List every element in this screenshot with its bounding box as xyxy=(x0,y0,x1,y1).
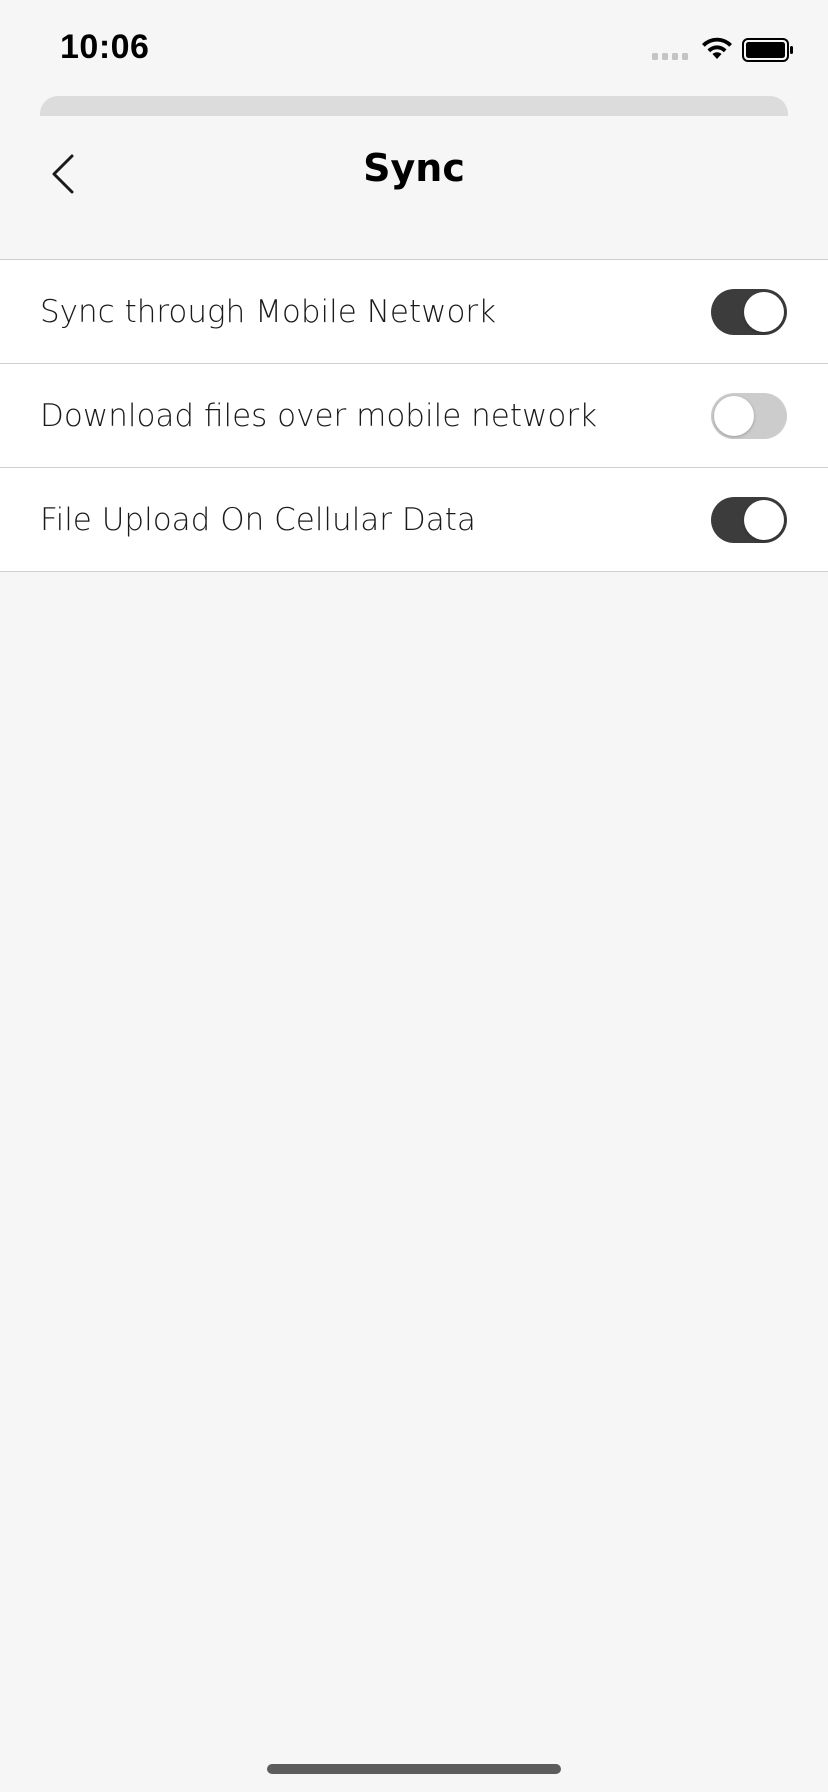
upload-cellular-data-toggle[interactable] xyxy=(711,496,787,543)
setting-row-sync-mobile-network: Sync through Mobile Network xyxy=(0,260,828,364)
home-indicator[interactable] xyxy=(267,1764,561,1774)
toggle-knob xyxy=(714,395,754,436)
battery-icon xyxy=(742,38,793,62)
settings-list: Sync through Mobile Network Download fil… xyxy=(0,259,828,572)
setting-label: Sync through Mobile Network xyxy=(40,293,497,330)
download-mobile-network-toggle[interactable] xyxy=(711,392,787,439)
sync-mobile-network-toggle[interactable] xyxy=(711,288,787,335)
page-title: Sync xyxy=(363,146,465,190)
wifi-icon xyxy=(702,37,732,59)
setting-label: Download files over mobile network xyxy=(40,397,598,434)
sheet-top-edge xyxy=(40,96,788,116)
setting-row-download-mobile-network: Download files over mobile network xyxy=(0,364,828,468)
status-bar: 10:06 xyxy=(0,0,828,100)
setting-row-upload-cellular-data: File Upload On Cellular Data xyxy=(0,468,828,572)
navigation-bar: Sync xyxy=(0,120,828,220)
toggle-knob xyxy=(744,291,784,332)
setting-label: File Upload On Cellular Data xyxy=(40,501,476,538)
toggle-knob xyxy=(744,499,784,540)
status-time: 10:06 xyxy=(60,28,150,66)
signal-dots-icon xyxy=(652,53,688,60)
